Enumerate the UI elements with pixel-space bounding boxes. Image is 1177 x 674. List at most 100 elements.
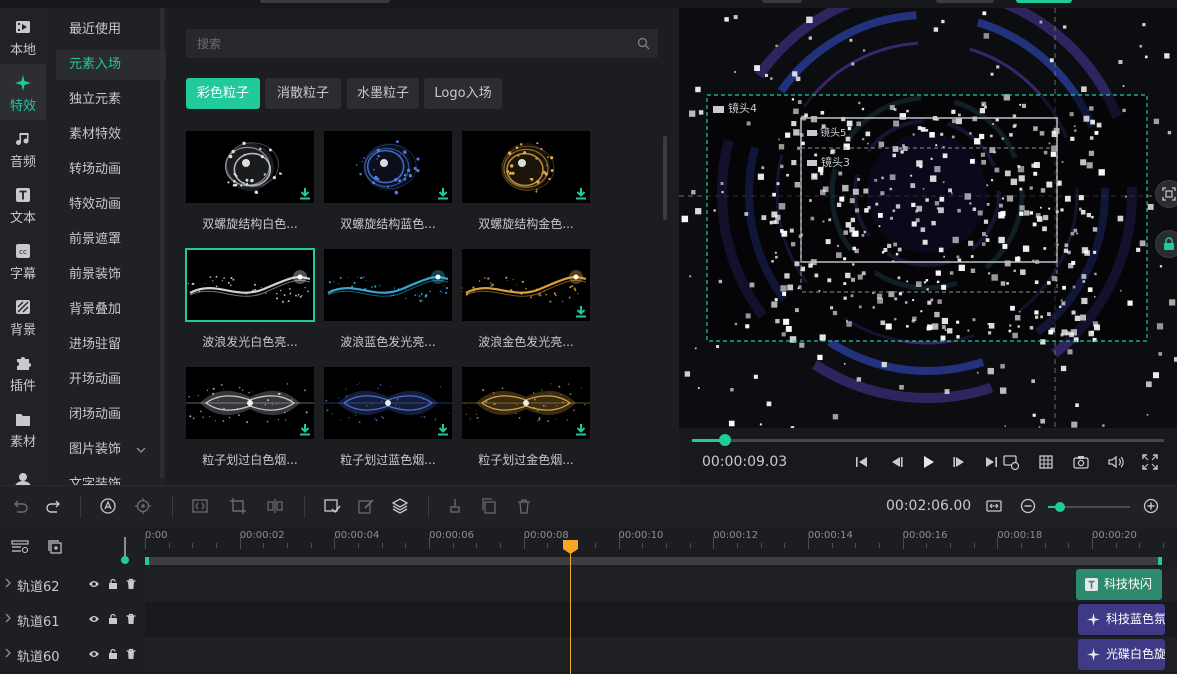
- search-input[interactable]: [186, 29, 626, 58]
- track-lock-icon[interactable]: [107, 578, 119, 590]
- track-lane[interactable]: 科技快闪: [145, 567, 1177, 602]
- volume-icon[interactable]: [1107, 453, 1125, 471]
- undo-icon[interactable]: [11, 497, 29, 515]
- work-area-start-handle[interactable]: [145, 557, 149, 565]
- fullscreen-icon[interactable]: [1141, 453, 1159, 471]
- mirror-icon[interactable]: [266, 497, 284, 515]
- crop-icon[interactable]: [229, 497, 247, 515]
- camera-snapshot-icon[interactable]: [1072, 453, 1090, 471]
- sidebar-item-7[interactable]: 插件: [0, 344, 46, 400]
- visibility-eye-icon[interactable]: [88, 613, 100, 625]
- track-lock-icon[interactable]: [107, 648, 119, 660]
- effect-thumbnail[interactable]: [462, 131, 590, 203]
- top-tab-2[interactable]: [762, 0, 802, 3]
- download-icon[interactable]: [575, 305, 587, 318]
- effect-thumbnail[interactable]: [324, 249, 452, 321]
- split-icon[interactable]: [446, 497, 464, 515]
- layers-icon[interactable]: [391, 497, 409, 515]
- category-chip-2[interactable]: 消散粒子: [265, 78, 341, 109]
- target-icon[interactable]: [134, 497, 152, 515]
- fit-timeline-icon[interactable]: [985, 497, 1003, 515]
- sidebar-item-more[interactable]: [13, 472, 33, 485]
- top-tab-export[interactable]: [1016, 0, 1072, 3]
- download-icon[interactable]: [299, 423, 311, 436]
- sidebar-item-4[interactable]: 文本: [0, 176, 46, 232]
- chevron-down-icon[interactable]: [136, 447, 146, 453]
- previous-frame-icon[interactable]: [887, 453, 905, 471]
- timeline-start-dot[interactable]: [121, 556, 129, 564]
- lock-button[interactable]: [1155, 230, 1177, 258]
- category-chip-1[interactable]: 彩色粒子: [186, 78, 260, 109]
- effect-thumbnail[interactable]: [324, 131, 452, 203]
- expand-chevron-icon[interactable]: [4, 613, 12, 623]
- visibility-eye-icon[interactable]: [88, 578, 100, 590]
- expand-chevron-icon[interactable]: [4, 578, 12, 588]
- auto-snap-icon[interactable]: [99, 497, 117, 515]
- redo-icon[interactable]: [45, 497, 63, 515]
- work-area-end-handle[interactable]: [1158, 557, 1162, 565]
- timeline-clip[interactable]: 光碟白色旋: [1078, 639, 1165, 670]
- skip-to-start-icon[interactable]: [853, 453, 871, 471]
- effect-card[interactable]: 双螺旋结构白色...: [186, 131, 314, 235]
- effect-thumbnail[interactable]: [462, 367, 590, 439]
- play-icon[interactable]: [919, 453, 937, 471]
- replace-icon[interactable]: [323, 497, 341, 515]
- timeline-clip[interactable]: 科技快闪: [1076, 569, 1162, 600]
- effect-card[interactable]: 粒子划过蓝色烟...: [324, 367, 452, 471]
- zoom-slider[interactable]: [1048, 502, 1130, 512]
- effect-thumbnail[interactable]: [186, 131, 314, 203]
- download-icon[interactable]: [575, 423, 587, 436]
- top-tab-1[interactable]: [260, 0, 390, 3]
- effect-thumbnail[interactable]: [462, 249, 590, 321]
- download-icon[interactable]: [437, 187, 449, 200]
- timeline-clip[interactable]: 科技蓝色氛: [1078, 604, 1165, 635]
- skip-to-end-icon[interactable]: [982, 453, 1000, 471]
- grid-icon[interactable]: [1037, 453, 1055, 471]
- expand-chevron-icon[interactable]: [4, 648, 12, 658]
- category-chip-4[interactable]: Logo入场: [424, 78, 502, 109]
- track-delete-icon[interactable]: [125, 578, 137, 590]
- zoom-in-icon[interactable]: [1142, 497, 1160, 515]
- effect-card[interactable]: 波浪发光白色亮...: [185, 248, 315, 353]
- sidebar-item-8[interactable]: 素材: [0, 400, 46, 456]
- track-lane[interactable]: 光碟白色旋: [145, 637, 1177, 672]
- sidebar-item-5[interactable]: cc 字幕: [0, 232, 46, 288]
- track-settings-icon[interactable]: [11, 540, 29, 554]
- library-scrollbar[interactable]: [663, 136, 667, 220]
- sidebar-item-2[interactable]: 特效: [0, 64, 46, 120]
- zoom-handle[interactable]: [1055, 502, 1066, 512]
- track-lock-icon[interactable]: [107, 613, 119, 625]
- effect-thumbnail[interactable]: [185, 248, 315, 322]
- track-lane[interactable]: 科技蓝色氛: [145, 602, 1177, 637]
- download-icon[interactable]: [299, 187, 311, 200]
- effect-card[interactable]: 双螺旋结构蓝色...: [324, 131, 452, 235]
- effect-card[interactable]: 双螺旋结构金色...: [462, 131, 590, 235]
- fit-screen-button[interactable]: [1155, 180, 1177, 208]
- code-frame-icon[interactable]: [191, 497, 209, 515]
- effect-thumbnail[interactable]: [324, 367, 452, 439]
- playhead[interactable]: [563, 540, 578, 674]
- download-icon[interactable]: [437, 423, 449, 436]
- edit-pencil-icon[interactable]: [357, 497, 375, 515]
- effect-card[interactable]: 粒子划过金色烟...: [462, 367, 590, 471]
- submenu-scrollbar[interactable]: [160, 8, 164, 478]
- search-icon[interactable]: [637, 37, 650, 50]
- effect-card[interactable]: 波浪蓝色发光亮...: [324, 249, 452, 353]
- effect-card[interactable]: 波浪金色发光亮...: [462, 249, 590, 353]
- delete-icon[interactable]: [515, 497, 533, 515]
- track-delete-icon[interactable]: [125, 613, 137, 625]
- track-delete-icon[interactable]: [125, 648, 137, 660]
- visibility-eye-icon[interactable]: [88, 648, 100, 660]
- work-area-bar[interactable]: [145, 557, 1162, 565]
- submenu-item-2[interactable]: 元素入场: [56, 50, 166, 80]
- seek-handle[interactable]: [719, 434, 732, 446]
- top-tab-3[interactable]: [936, 0, 994, 3]
- preview-seek-bar[interactable]: [692, 434, 1164, 446]
- sidebar-item-6[interactable]: 背景: [0, 288, 46, 344]
- effect-card[interactable]: 粒子划过白色烟...: [186, 367, 314, 471]
- zoom-out-icon[interactable]: [1019, 497, 1037, 515]
- download-icon[interactable]: [575, 187, 587, 200]
- preview-canvas[interactable]: 镜头4 镜头5 镜头3: [679, 8, 1177, 428]
- effect-thumbnail[interactable]: [186, 367, 314, 439]
- next-frame-icon[interactable]: [951, 453, 969, 471]
